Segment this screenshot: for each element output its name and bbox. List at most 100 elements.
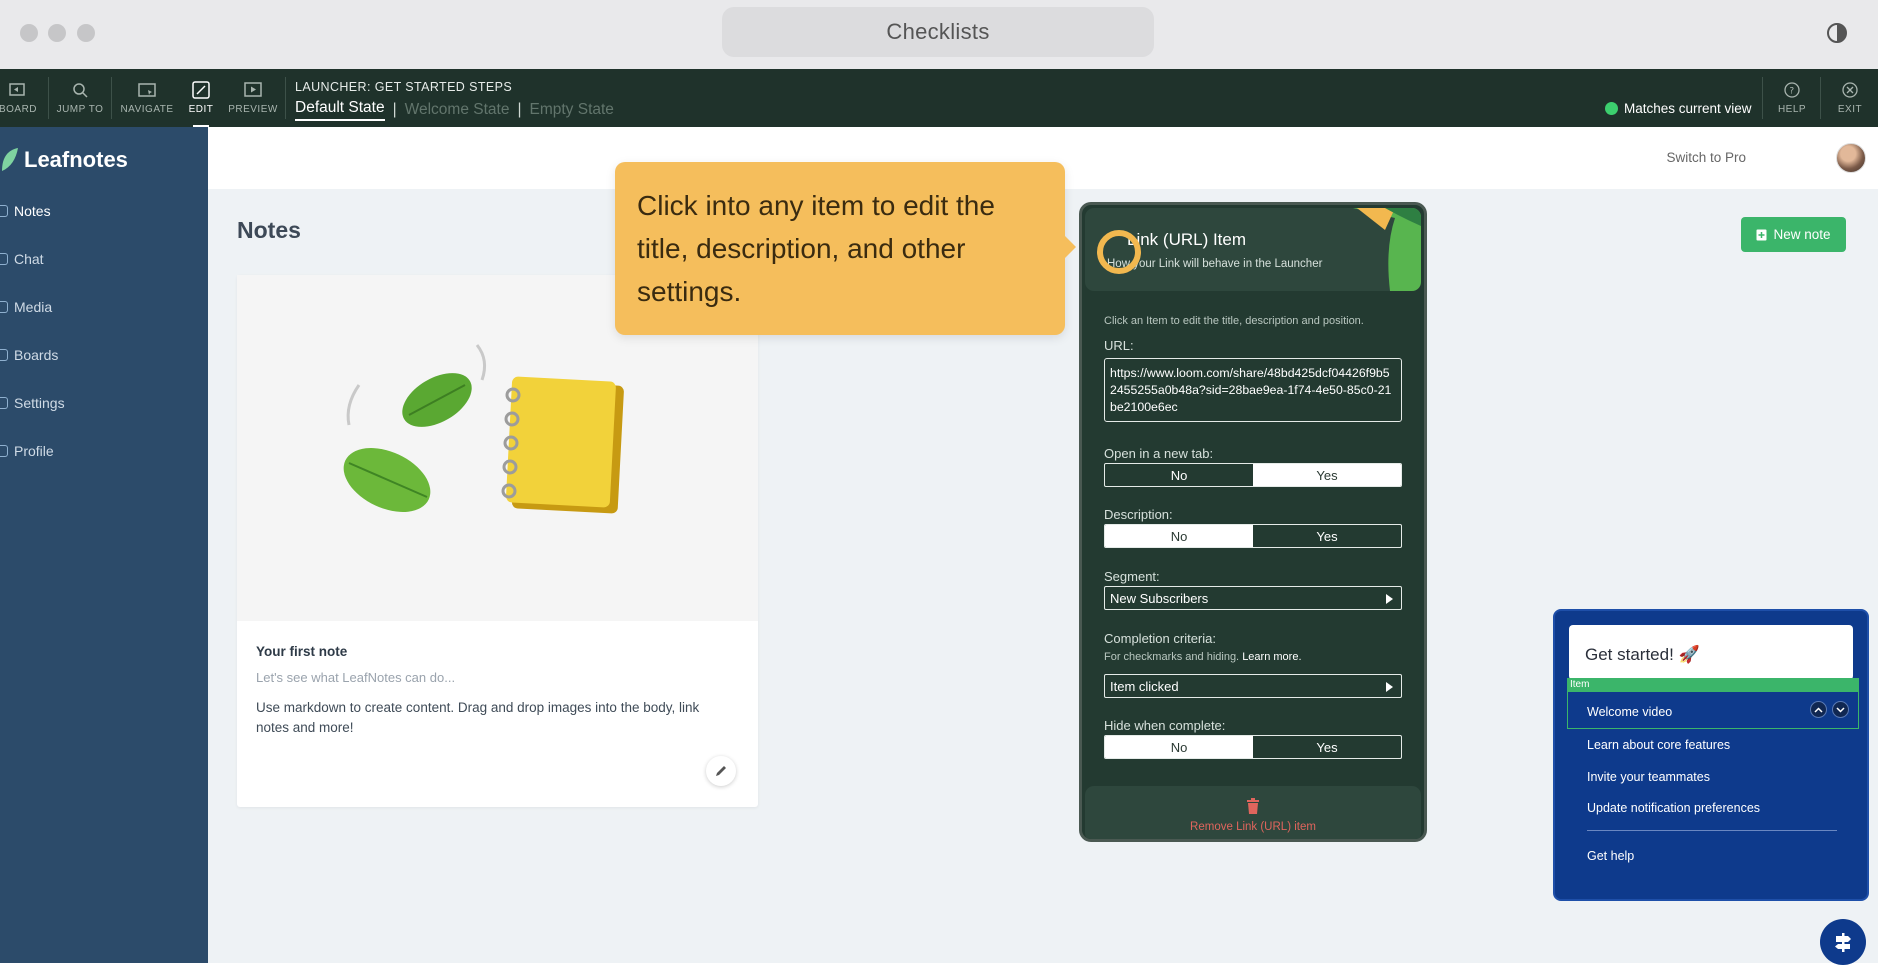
move-down-button[interactable]: [1832, 701, 1849, 718]
new-note-button[interactable]: New note: [1741, 217, 1846, 252]
sidebar-item-profile[interactable]: Profile: [0, 443, 54, 459]
hide-when-complete-toggle: No Yes: [1104, 735, 1402, 759]
edit-note-button[interactable]: [706, 756, 736, 786]
brand-logo[interactable]: Leafnotes: [0, 147, 128, 173]
page-title: Notes: [237, 217, 301, 243]
chevron-up-icon: [1814, 706, 1823, 713]
sidebar: Leafnotes Notes Chat Media Boards Settin…: [0, 127, 208, 963]
leaf-icon: [2, 148, 18, 171]
avatar[interactable]: [1836, 143, 1866, 173]
segment-select[interactable]: New Subscribers: [1104, 586, 1402, 610]
notes-icon: [0, 205, 8, 217]
chat-icon: [0, 253, 8, 265]
remove-item-button[interactable]: Remove Link (URL) item: [1085, 786, 1421, 839]
settings-icon: [0, 397, 8, 409]
edit-icon: [192, 81, 210, 99]
matches-current-view: Matches current view: [1605, 101, 1752, 116]
state-separator: |: [517, 101, 522, 118]
panel-header: How your Link will behave in the Launche…: [1085, 208, 1421, 291]
sidebar-item-chat[interactable]: Chat: [0, 251, 44, 267]
description-yes-option[interactable]: Yes: [1253, 525, 1401, 547]
state-tabs: Default State | Welcome State | Empty St…: [295, 99, 614, 121]
url-field[interactable]: https://www.loom.com/share/48bd425dcf044…: [1104, 358, 1402, 422]
new-tab-no-option[interactable]: No: [1105, 464, 1253, 486]
maximize-window-button[interactable]: [77, 24, 95, 42]
help-icon: ?: [1784, 82, 1800, 98]
note-card[interactable]: Your first note Let's see what LeafNotes…: [237, 275, 758, 807]
sidebar-item-notes[interactable]: Notes: [0, 203, 51, 219]
pencil-icon: [716, 766, 726, 776]
profile-icon: [0, 445, 8, 457]
url-label: URL:: [1104, 338, 1134, 353]
signpost-icon: [1835, 933, 1851, 952]
completion-hint: For checkmarks and hiding. Learn more.: [1104, 651, 1302, 663]
item-tag: Item: [1567, 678, 1859, 692]
tool-exit[interactable]: EXIT: [1826, 69, 1874, 127]
checklist-item[interactable]: Learn about core features: [1587, 738, 1730, 752]
hide-when-complete-label: Hide when complete:: [1104, 718, 1226, 733]
description-label: Description:: [1104, 507, 1173, 522]
tab-default-state[interactable]: Default State: [295, 99, 385, 121]
note-subtitle: Let's see what LeafNotes can do...: [256, 670, 456, 685]
minimize-window-button[interactable]: [48, 24, 66, 42]
tool-jump-to[interactable]: JUMP TO: [54, 69, 106, 127]
tool-dashboard[interactable]: BOARD: [0, 69, 40, 127]
svg-text:?: ?: [1789, 87, 1794, 97]
highlight-ring-icon: [1097, 230, 1141, 274]
get-help-link[interactable]: Get help: [1587, 849, 1634, 863]
navigate-icon: [138, 83, 156, 97]
window-title: Checklists: [722, 7, 1154, 57]
trash-icon: [1247, 798, 1259, 814]
sidebar-item-boards[interactable]: Boards: [0, 347, 58, 363]
contrast-icon[interactable]: [1826, 22, 1848, 44]
window-titlebar: Checklists: [0, 0, 1878, 69]
tab-welcome-state[interactable]: Welcome State: [405, 101, 510, 119]
state-separator: |: [392, 101, 397, 118]
hide-no-option[interactable]: No: [1105, 736, 1253, 758]
launcher-fab-button[interactable]: [1820, 919, 1866, 965]
checklist-launcher: Get started! 🚀 Item Welcome video Learn …: [1553, 609, 1869, 901]
checklist-item[interactable]: Invite your teammates: [1587, 770, 1710, 784]
tool-help[interactable]: ? HELP: [1770, 69, 1814, 127]
sidebar-item-settings[interactable]: Settings: [0, 395, 65, 411]
editor-toolbar: BOARD JUMP TO NAVIGATE EDIT PREVIEW LAUN…: [0, 69, 1878, 127]
boards-icon: [0, 349, 8, 361]
move-up-button[interactable]: [1810, 701, 1827, 718]
media-icon: [0, 301, 8, 313]
checklist-divider: [1587, 830, 1837, 831]
completion-select[interactable]: Item clicked: [1104, 674, 1402, 698]
caret-right-icon: [1386, 594, 1393, 604]
close-window-button[interactable]: [20, 24, 38, 42]
panel-hint: Click an Item to edit the title, descrip…: [1104, 315, 1364, 327]
chevron-down-icon: [1836, 706, 1845, 713]
note-title: Your first note: [256, 644, 348, 659]
learn-more-link[interactable]: Learn more.: [1242, 651, 1301, 663]
new-tab-toggle: No Yes: [1104, 463, 1402, 487]
sidebar-item-media[interactable]: Media: [0, 299, 52, 315]
hide-yes-option[interactable]: Yes: [1253, 736, 1401, 758]
guide-tooltip: Click into any item to edit the title, d…: [615, 162, 1065, 335]
search-icon: [73, 83, 88, 98]
tool-preview[interactable]: PREVIEW: [227, 69, 279, 127]
tool-navigate[interactable]: NAVIGATE: [117, 69, 177, 127]
description-toggle: No Yes: [1104, 524, 1402, 548]
checklist-item[interactable]: Welcome video: [1587, 705, 1672, 719]
note-plus-icon: [1756, 229, 1767, 240]
switch-to-pro-link[interactable]: Switch to Pro: [1666, 150, 1746, 165]
note-body: Use markdown to create content. Drag and…: [256, 700, 700, 735]
status-dot-icon: [1605, 102, 1618, 115]
launcher-label: LAUNCHER: GET STARTED STEPS: [295, 80, 513, 94]
dashboard-icon: [9, 83, 25, 96]
new-tab-yes-option[interactable]: Yes: [1253, 464, 1401, 486]
play-icon: [244, 82, 262, 97]
panel-title: Link (URL) Item: [1127, 230, 1247, 249]
checklist-item[interactable]: Update notification preferences: [1587, 801, 1760, 815]
checklist-title: Get started! 🚀: [1585, 645, 1700, 664]
tab-empty-state[interactable]: Empty State: [530, 101, 614, 119]
checklist-header: Get started! 🚀: [1569, 625, 1853, 680]
completion-label: Completion criteria:: [1104, 631, 1216, 646]
description-no-option[interactable]: No: [1105, 525, 1253, 547]
tool-edit[interactable]: EDIT: [183, 69, 219, 127]
new-tab-label: Open in a new tab:: [1104, 446, 1214, 461]
tooltip-arrow: [1065, 236, 1076, 258]
